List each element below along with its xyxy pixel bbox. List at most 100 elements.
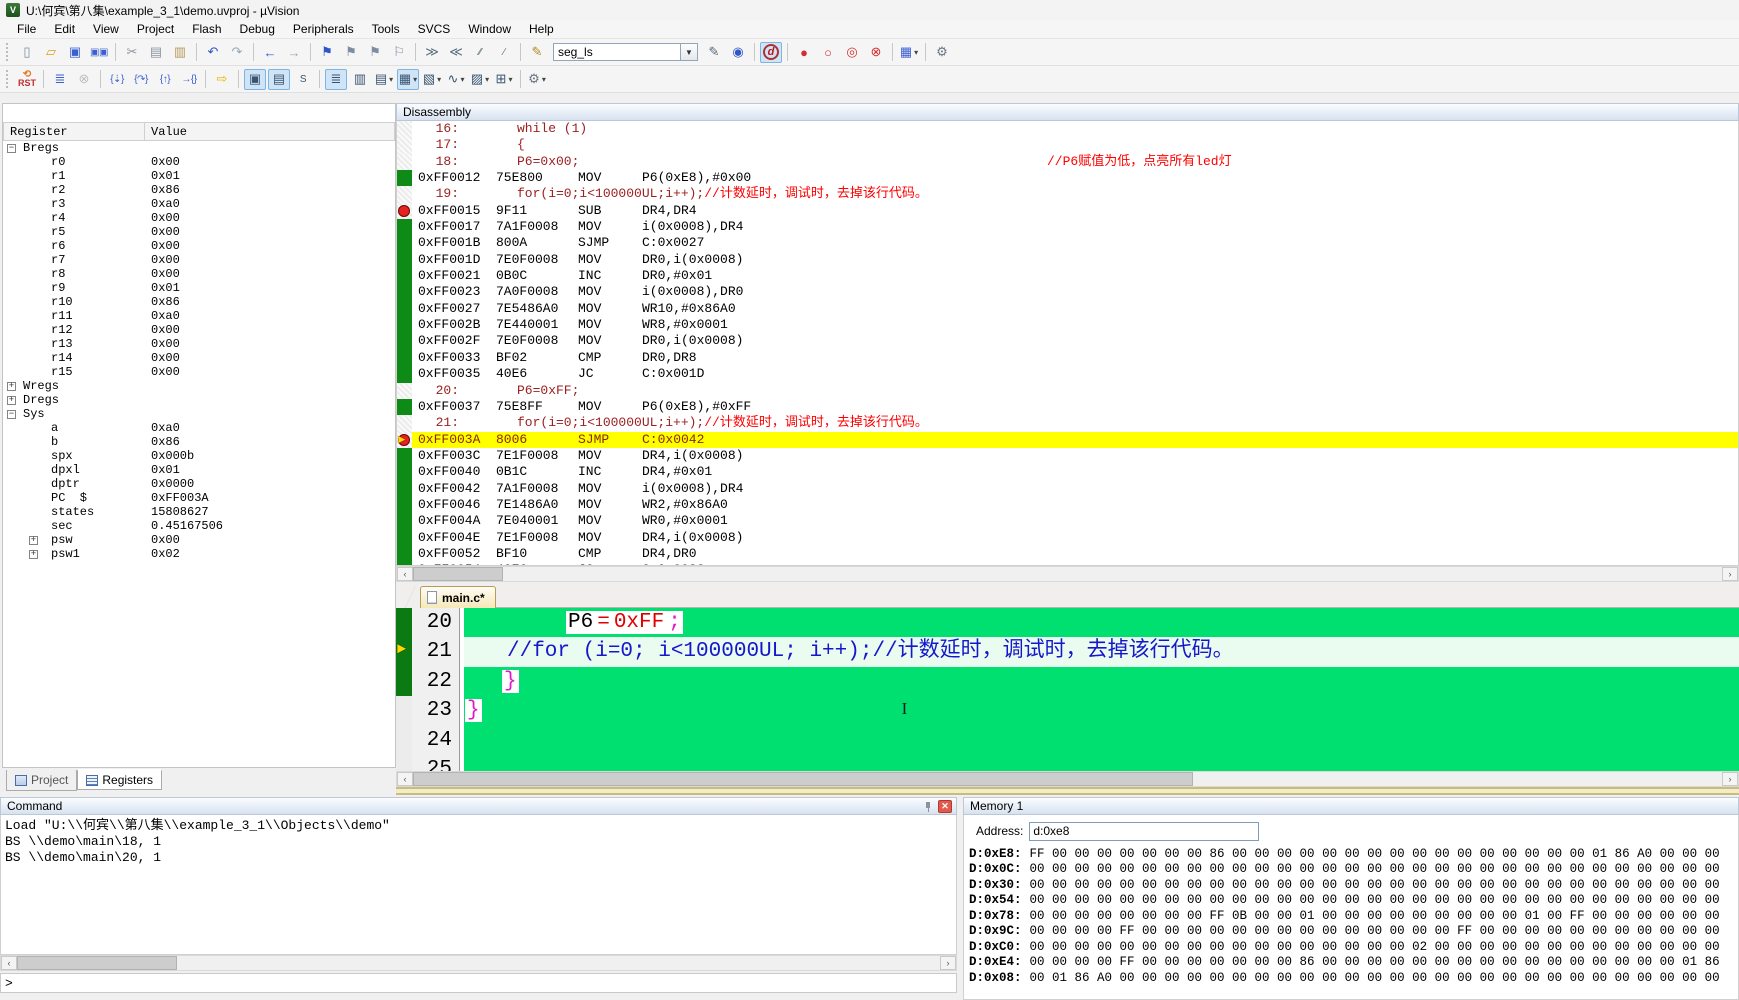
column-register[interactable]: Register <box>3 122 145 141</box>
register-row[interactable]: r100x86 <box>3 295 395 309</box>
step-out-button[interactable]: {↑} <box>154 69 176 90</box>
scrollbar-track[interactable] <box>413 772 1722 786</box>
scrollbar-track[interactable] <box>413 567 1722 581</box>
register-row[interactable]: r150x00 <box>3 365 395 379</box>
disassembly-row[interactable]: 0xFF001B800ASJMPC:0x0027 <box>397 235 1738 251</box>
register-row[interactable]: r130x00 <box>3 337 395 351</box>
redo-button[interactable]: ↷ <box>226 42 248 63</box>
coverage-gutter[interactable] <box>397 301 412 317</box>
disable-all-breakpoints-button[interactable]: ◎ <box>841 42 863 63</box>
register-row[interactable]: states15808627 <box>3 505 395 519</box>
coverage-gutter[interactable] <box>397 366 412 382</box>
menu-flash[interactable]: Flash <box>183 20 230 38</box>
disassembly-row[interactable]: 0xFF001275E800MOVP6(0xE8),#0x00 <box>397 170 1738 186</box>
memory-row[interactable]: D:0x54:00 00 00 00 00 00 00 00 00 00 00 … <box>969 893 1738 908</box>
register-row[interactable]: r110xa0 <box>3 309 395 323</box>
search-input[interactable]: seg_ls <box>553 43 681 61</box>
navigate-forward-button[interactable]: → <box>283 42 305 63</box>
pin-icon[interactable] <box>921 800 935 813</box>
debug-settings-button[interactable]: ⚙▾ <box>526 69 548 90</box>
symbols-window-button[interactable]: S <box>292 69 314 90</box>
coverage-gutter[interactable] <box>397 219 412 235</box>
save-file-button[interactable]: ▣ <box>64 42 86 63</box>
memory-row[interactable]: D:0xE8:FF 00 00 00 00 00 00 00 86 00 00 … <box>969 847 1738 862</box>
undo-button[interactable]: ↶ <box>202 42 224 63</box>
register-row[interactable]: r140x00 <box>3 351 395 365</box>
coverage-gutter[interactable] <box>397 203 412 219</box>
coverage-gutter[interactable] <box>397 170 412 186</box>
disassembly-row[interactable]: 0xFF00177A1F0008MOVi(0x0008),DR4 <box>397 219 1738 235</box>
trace-windows-button[interactable]: ▨▾ <box>469 69 491 90</box>
uncomment-selection-button[interactable]: ∕ <box>493 42 515 63</box>
disassembly-row[interactable]: 16:while (1) <box>397 121 1738 137</box>
register-row[interactable]: −Sys <box>3 407 395 421</box>
disassembly-row[interactable]: 0xFF004A7E040001MOVWR0,#0x0001 <box>397 513 1738 529</box>
editor-coverage-gutter[interactable] <box>396 755 412 771</box>
disassembly-row[interactable]: 0xFF003C7E1F0008MOVDR4,i(0x0008) <box>397 448 1738 464</box>
register-row[interactable]: b0x86 <box>3 435 395 449</box>
memory-row[interactable]: D:0xC0:00 00 00 00 00 00 00 00 00 00 00 … <box>969 940 1738 955</box>
editor-line[interactable]: ►21//for (i=0; i<100000UL; i++);//计数延时，调… <box>396 637 1739 666</box>
editor-line[interactable]: 24 <box>396 726 1739 755</box>
menu-edit[interactable]: Edit <box>45 20 84 38</box>
disassembly-row[interactable]: 0xFF0052BF10CMPDR4,DR0 <box>397 546 1738 562</box>
editor-coverage-gutter[interactable] <box>396 726 412 755</box>
disassembly-row[interactable]: 0xFF00277E5486A0MOVWR10,#0x86A0 <box>397 301 1738 317</box>
disassembly-row[interactable]: 0xFF00427A1F0008MOVi(0x0008),DR4 <box>397 481 1738 497</box>
menu-window[interactable]: Window <box>459 20 520 38</box>
watch-windows-button[interactable]: ▤▾ <box>373 69 395 90</box>
registers-window-button[interactable]: ≣ <box>325 69 347 90</box>
disassembly-row[interactable]: 20:P6=0xFF; <box>397 383 1738 399</box>
step-over-button[interactable]: {↷} <box>130 69 152 90</box>
comment-selection-button[interactable]: ∕∕ <box>469 42 491 63</box>
memory-row[interactable]: D:0x9C:00 00 00 00 FF 00 00 00 00 00 00 … <box>969 924 1738 939</box>
editor-coverage-gutter[interactable] <box>396 696 412 725</box>
close-icon[interactable]: ✕ <box>938 800 952 813</box>
run-button[interactable]: ≣ <box>49 69 71 90</box>
menu-peripherals[interactable]: Peripherals <box>284 20 363 38</box>
disassembly-row[interactable]: 17:{ <box>397 137 1738 153</box>
vertical-splitter[interactable] <box>957 797 963 1000</box>
register-row[interactable]: spx0x000b <box>3 449 395 463</box>
memory-row[interactable]: D:0x0C:00 00 00 00 00 00 00 00 00 00 00 … <box>969 862 1738 877</box>
editor-line[interactable]: 23} <box>396 696 1739 725</box>
insert-bookmark-button[interactable]: ⚑ <box>316 42 338 63</box>
disassembly-view[interactable]: 16:while (1)17:{18:P6=0x00;//P6赋值为低，点亮所有… <box>396 121 1739 566</box>
disassembly-row[interactable]: 18:P6=0x00;//P6赋值为低，点亮所有led灯 <box>397 154 1738 170</box>
command-output[interactable]: Load "U:\\何宾\\第八集\\example_3_1\\Objects\… <box>0 815 957 955</box>
coverage-gutter[interactable]: ► <box>397 432 412 448</box>
tree-expander-icon[interactable]: + <box>29 550 38 559</box>
coverage-gutter[interactable] <box>397 399 412 415</box>
coverage-gutter[interactable] <box>397 464 412 480</box>
insert-remove-breakpoint-button[interactable]: ● <box>793 42 815 63</box>
register-row[interactable]: dptr0x0000 <box>3 477 395 491</box>
memory-row[interactable]: D:0x08:00 01 86 A0 00 00 00 00 00 00 00 … <box>969 971 1738 986</box>
call-stack-window-button[interactable]: ▥ <box>349 69 371 90</box>
editor-coverage-gutter[interactable] <box>396 608 412 637</box>
coverage-gutter[interactable] <box>397 137 412 153</box>
run-to-cursor-line-button[interactable]: →{} <box>178 69 200 90</box>
chevron-down-icon[interactable]: ▾ <box>460 75 464 84</box>
disassembly-row[interactable]: 0xFF002F7E0F0008MOVDR0,i(0x0008) <box>397 333 1738 349</box>
memory-windows-button[interactable]: ▦▾ <box>397 69 419 90</box>
menu-view[interactable]: View <box>84 20 128 38</box>
breakpoint-icon[interactable] <box>398 205 410 217</box>
register-row[interactable]: r90x01 <box>3 281 395 295</box>
disassembly-row[interactable]: 0xFF00237A0F0008MOVi(0x0008),DR0 <box>397 284 1738 300</box>
next-bookmark-button[interactable]: ⚑ <box>340 42 362 63</box>
editor-coverage-gutter[interactable]: ► <box>396 637 412 666</box>
kill-all-breakpoints-button[interactable]: ⊗ <box>865 42 887 63</box>
coverage-gutter[interactable] <box>397 546 412 562</box>
register-row[interactable]: PC $0xFF003A <box>3 491 395 505</box>
code-line-text[interactable] <box>464 726 1739 755</box>
coverage-gutter[interactable] <box>397 284 412 300</box>
coverage-gutter[interactable] <box>397 317 412 333</box>
scrollbar-thumb[interactable] <box>413 772 1193 786</box>
code-line-text[interactable]: P6=0xFF; <box>464 608 1739 637</box>
disassembly-row[interactable]: 0xFF004E7E1F0008MOVDR4,i(0x0008) <box>397 530 1738 546</box>
find-in-files-button[interactable]: ✎ <box>526 42 548 63</box>
register-row[interactable]: r50x00 <box>3 225 395 239</box>
register-row[interactable]: +psw0x00 <box>3 533 395 547</box>
menu-file[interactable]: File <box>8 20 45 38</box>
memory-grid[interactable]: D:0xE8:FF 00 00 00 00 00 00 00 86 00 00 … <box>964 847 1738 986</box>
